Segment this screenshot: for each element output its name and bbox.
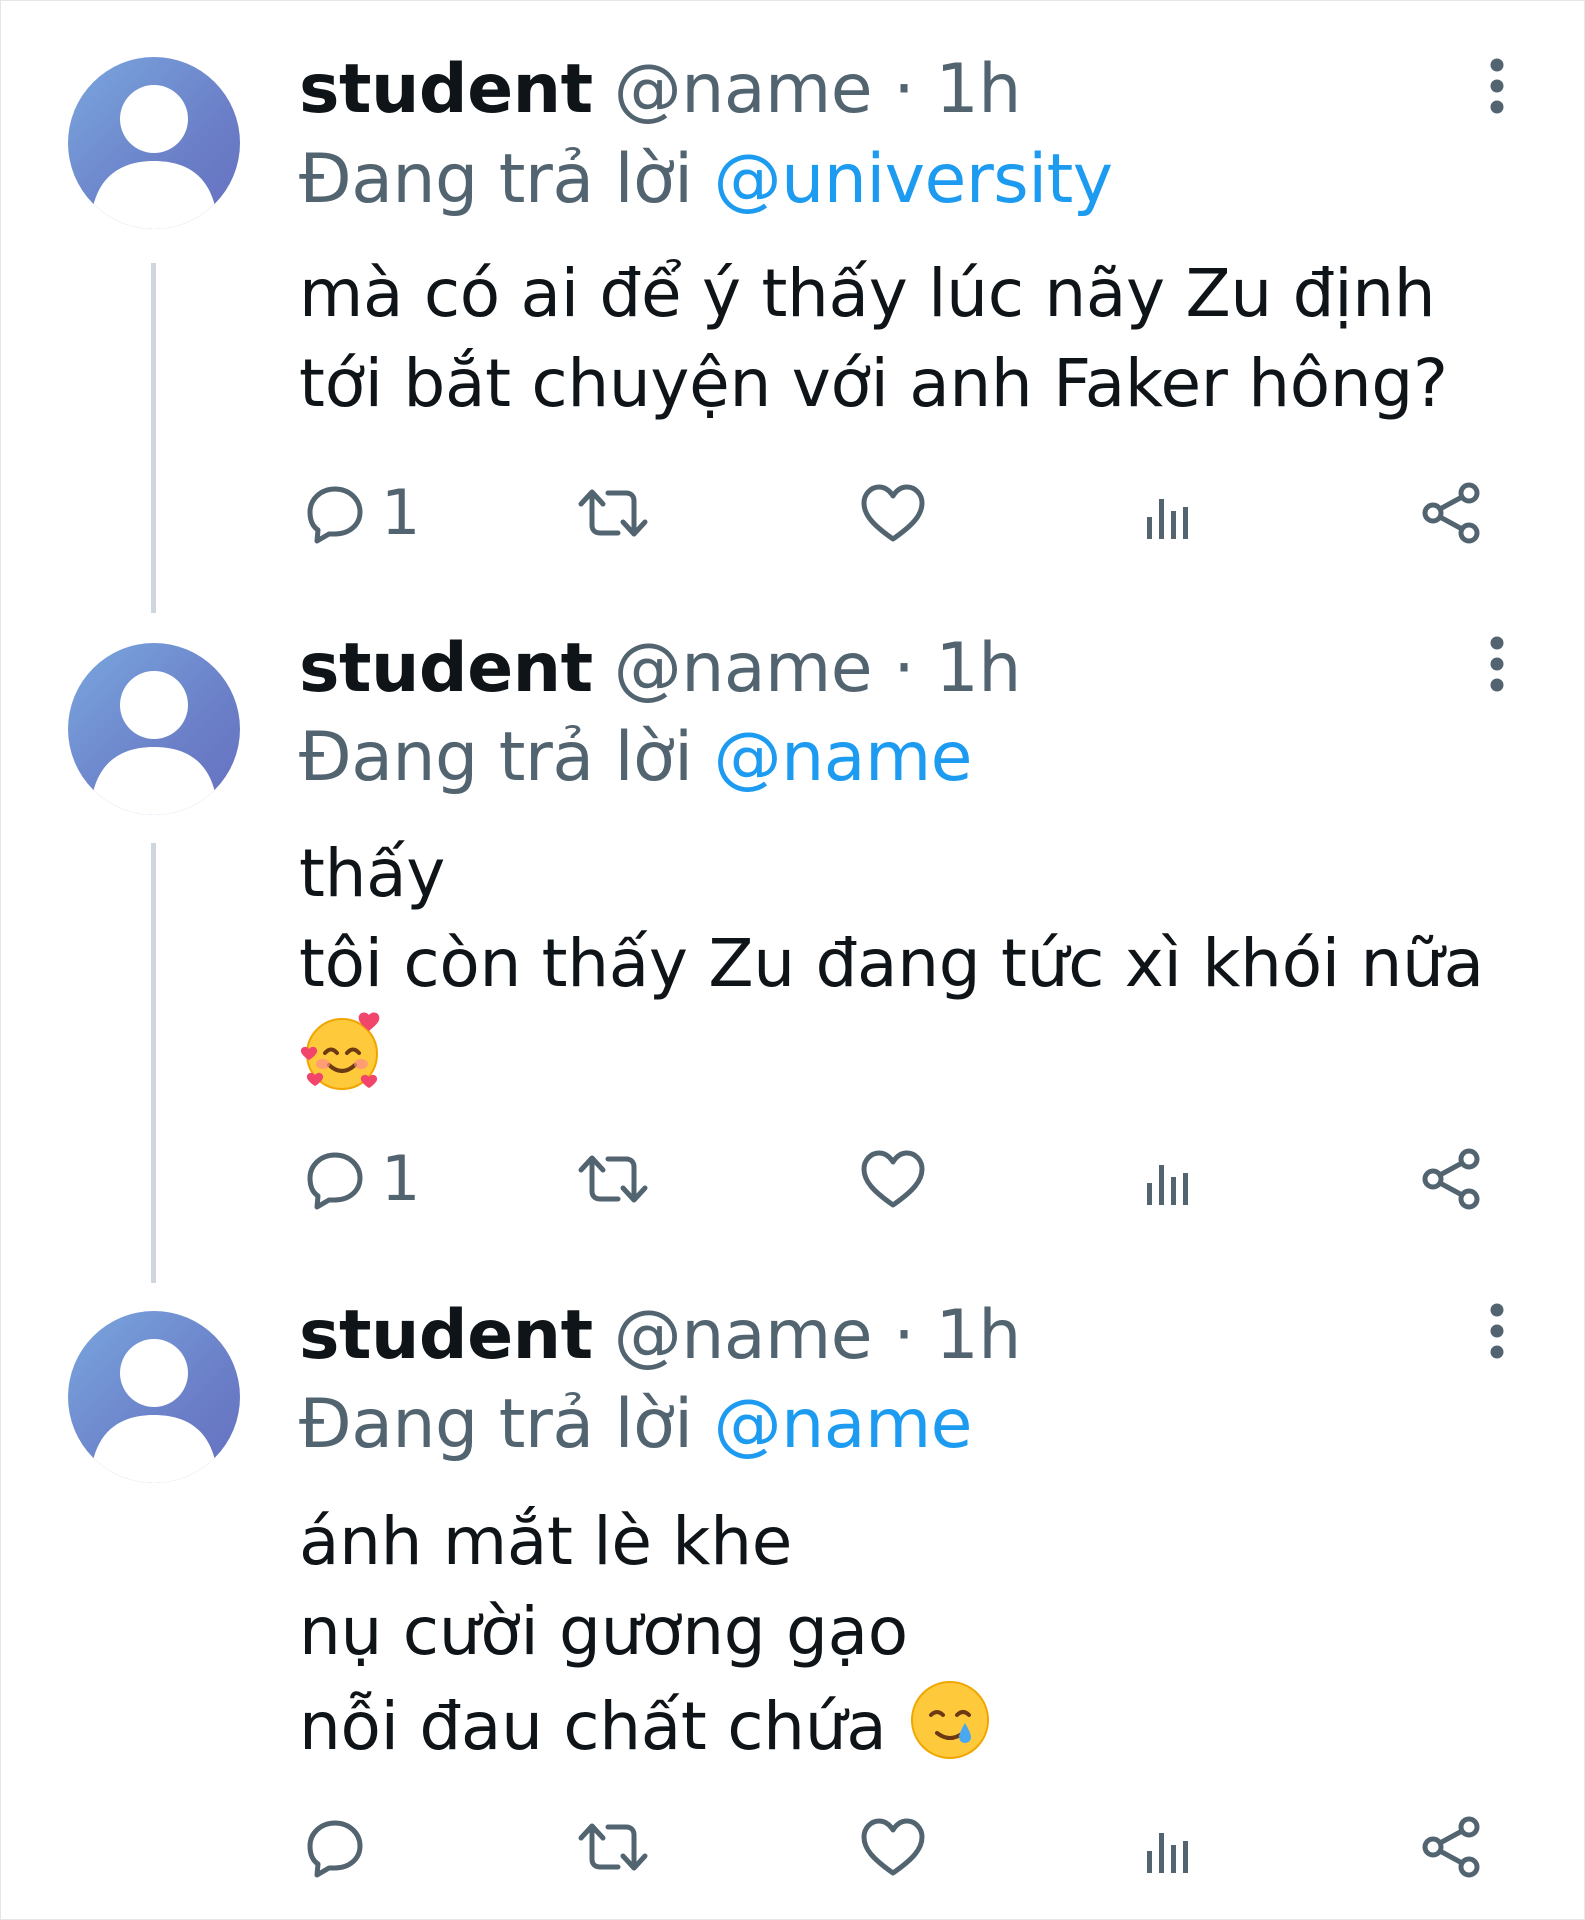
like-button[interactable] — [859, 1139, 927, 1219]
tweet-header: student @name · 1h — [299, 49, 1021, 131]
views-icon — [1147, 1833, 1188, 1873]
reply-thread: student @name · 1h Đang trả lời @univers… — [0, 0, 1585, 1920]
tweet-text-line: thấy — [299, 835, 446, 912]
tweet-header: student @name · 1h — [299, 628, 1021, 710]
display-name[interactable]: student — [299, 1296, 593, 1375]
tweet-actions: 1 — [1, 473, 1585, 553]
tweet-text-line: tôi còn thấy Zu đang tức xì khói nữa — [299, 925, 1484, 1002]
avatar[interactable] — [68, 643, 240, 815]
default-avatar-icon — [90, 671, 218, 815]
reply-button[interactable]: 1 — [303, 1139, 420, 1219]
views-icon — [1147, 499, 1188, 539]
default-avatar-icon — [90, 1339, 218, 1483]
timestamp[interactable]: 1h — [935, 1296, 1021, 1375]
default-avatar-icon — [90, 85, 218, 229]
like-button[interactable] — [859, 473, 927, 553]
share-icon — [1422, 1816, 1480, 1878]
tweet-actions: 1 — [1, 1139, 1585, 1219]
like-button[interactable] — [859, 1807, 927, 1887]
share-button[interactable] — [1419, 473, 1485, 553]
retweet-button[interactable] — [576, 1807, 650, 1887]
timestamp[interactable]: 1h — [935, 50, 1021, 129]
tweet-actions — [1, 1807, 1585, 1887]
share-button[interactable] — [1419, 1807, 1485, 1887]
share-icon — [1422, 1148, 1480, 1210]
separator: · — [893, 629, 915, 708]
more-vertical-icon[interactable] — [1469, 629, 1525, 699]
replying-to-label: Đang trả lời — [299, 1385, 693, 1464]
separator: · — [893, 50, 915, 129]
like-icon — [861, 1150, 925, 1208]
replying-to-label: Đang trả lời — [299, 718, 693, 797]
thread-line — [151, 263, 156, 613]
tweet-text-line: tới bắt chuyện với anh Faker hông? — [299, 345, 1448, 422]
reply-button[interactable]: 1 — [303, 473, 420, 553]
views-button[interactable] — [1143, 1807, 1199, 1887]
smiling-face-with-tear-emoji — [911, 1681, 990, 1759]
reply-icon — [307, 486, 363, 544]
replying-to-label: Đang trả lời — [299, 140, 693, 219]
more-vertical-icon[interactable] — [1469, 51, 1525, 121]
tweet-text-segment: nỗi đau chất chứa — [299, 1688, 887, 1765]
display-name[interactable]: student — [299, 50, 593, 129]
retweet-icon — [578, 489, 648, 537]
replying-to: Đang trả lời @university — [299, 139, 1113, 221]
reply-button[interactable] — [303, 1807, 381, 1887]
tweet-text-line: ánh mắt lè khe — [299, 1503, 793, 1580]
share-button[interactable] — [1419, 1139, 1485, 1219]
reply-icon — [307, 1152, 363, 1210]
reply-mention-link[interactable]: @name — [714, 1385, 973, 1464]
reply-mention-link[interactable]: @name — [714, 718, 973, 797]
retweet-button[interactable] — [576, 473, 650, 553]
tweet-text-line: mà có ai để ý thấy lúc nãy Zu định — [299, 255, 1436, 332]
tweet-text: thấy tôi còn thấy Zu đang tức xì khói nữ… — [299, 829, 1484, 1099]
avatar[interactable] — [68, 1311, 240, 1483]
timestamp[interactable]: 1h — [935, 629, 1021, 708]
user-handle[interactable]: @name — [614, 1296, 873, 1375]
avatar[interactable] — [68, 57, 240, 229]
smiling-face-with-hearts-emoji — [300, 1012, 380, 1090]
views-button[interactable] — [1143, 473, 1199, 553]
reply-count: 1 — [381, 1142, 421, 1215]
like-icon — [861, 484, 925, 542]
tweet-emoji-line — [299, 1009, 1484, 1099]
tweet-text: mà có ai để ý thấy lúc nãy Zu định tới b… — [299, 249, 1448, 429]
retweet-icon — [578, 1823, 648, 1871]
user-handle[interactable]: @name — [614, 629, 873, 708]
views-button[interactable] — [1143, 1139, 1199, 1219]
reply-count: 1 — [381, 476, 421, 549]
views-icon — [1147, 1165, 1188, 1205]
display-name[interactable]: student — [299, 629, 593, 708]
retweet-button[interactable] — [576, 1139, 650, 1219]
retweet-icon — [578, 1155, 648, 1203]
like-icon — [861, 1818, 925, 1876]
tweet-text-line: nụ cười gương gạo — [299, 1593, 908, 1670]
tweet-text-line-with-emoji: nỗi đau chất chứa — [299, 1677, 993, 1767]
more-vertical-icon[interactable] — [1469, 1296, 1525, 1366]
user-handle[interactable]: @name — [614, 50, 873, 129]
reply-icon — [307, 1820, 363, 1878]
share-icon — [1422, 482, 1480, 544]
replying-to: Đang trả lời @name — [299, 1384, 973, 1466]
separator: · — [893, 1296, 915, 1375]
reply-mention-link[interactable]: @university — [714, 140, 1113, 219]
tweet-text: ánh mắt lè khe nụ cười gương gạo nỗi đau… — [299, 1497, 993, 1767]
tweet-header: student @name · 1h — [299, 1295, 1021, 1377]
replying-to: Đang trả lời @name — [299, 717, 973, 799]
